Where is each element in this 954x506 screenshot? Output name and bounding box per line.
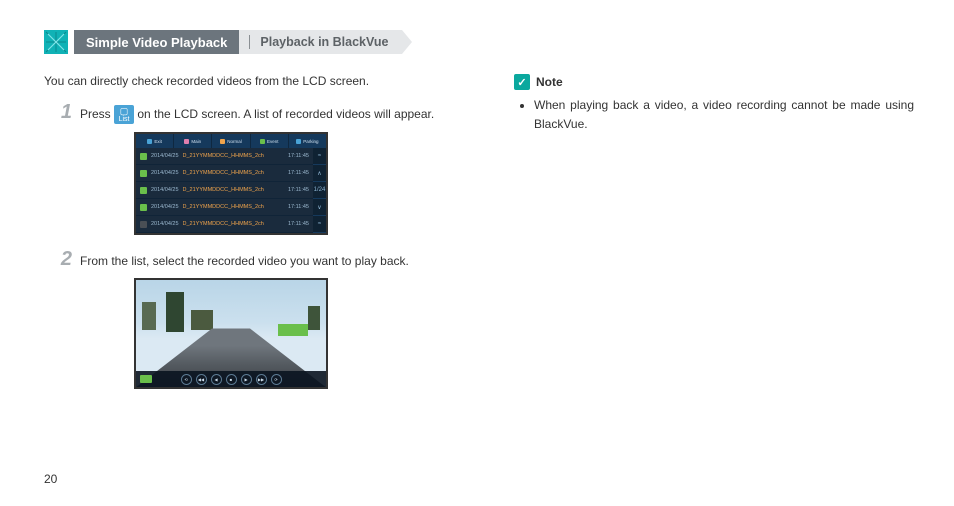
- step-text-post: on the LCD screen. A list of recorded vi…: [134, 107, 434, 121]
- ss1-tab-label: Normal: [227, 139, 242, 144]
- ss1-tab: Exit: [136, 134, 174, 148]
- title-separator: [249, 35, 250, 49]
- ss1-scroll-btn: ∨: [313, 199, 326, 216]
- row-time: 17:11:45: [288, 153, 309, 159]
- row-badge-icon: [140, 153, 147, 160]
- list-button-icon: List: [114, 105, 134, 124]
- ss1-tab: Main: [174, 134, 212, 148]
- row-badge-icon: [140, 170, 147, 177]
- row-time: 17:11:45: [288, 187, 309, 193]
- ss1-tab-icon: [147, 139, 152, 144]
- ss1-tab-label: Parking: [303, 139, 318, 144]
- ss1-tab-icon: [260, 139, 265, 144]
- title-arrow: [402, 30, 412, 54]
- row-date: 2014/04/25: [151, 221, 179, 227]
- ss1-tab-icon: [296, 139, 301, 144]
- ss1-tab-icon: [184, 139, 189, 144]
- player-indicator-icon: [140, 375, 152, 383]
- row-badge-icon: [140, 204, 147, 211]
- row-filename: D_21YYMMDDCC_HHMMS_2ch: [183, 170, 284, 176]
- step-text-pre: Press: [80, 107, 114, 121]
- row-time: 17:11:45: [288, 170, 309, 176]
- ss1-scroll-btn: 1/24: [313, 182, 326, 199]
- ss1-scroll-btn: ≈: [313, 216, 326, 233]
- player-control-icon: ◀: [211, 374, 222, 385]
- ss1-tab: Normal: [212, 134, 250, 148]
- check-icon: ✓: [514, 74, 530, 90]
- row-filename: D_21YYMMDDCC_HHMMS_2ch: [183, 221, 284, 227]
- row-badge-icon: [140, 221, 147, 228]
- right-column: ✓ Note When playing back a video, a vide…: [514, 74, 914, 403]
- player-control-icon: ⟳: [271, 374, 282, 385]
- ss1-tabs: Exit Main Normal Event Parking: [136, 134, 326, 148]
- step-text: Press List on the LCD screen. A list of …: [80, 102, 434, 124]
- ss1-controls: ≈∧1/24∨≈: [313, 148, 326, 233]
- row-filename: D_21YYMMDDCC_HHMMS_2ch: [183, 153, 284, 159]
- row-date: 2014/04/25: [151, 170, 179, 176]
- player-control-icon: ■: [226, 374, 237, 385]
- logo-icon: [44, 30, 68, 54]
- ss1-row: 2014/04/25 D_21YYMMDDCC_HHMMS_2ch 17:11:45: [136, 182, 313, 199]
- ss1-row: 2014/04/25 D_21YYMMDDCC_HHMMS_2ch 17:11:45: [136, 199, 313, 216]
- step-text: From the list, select the recorded video…: [80, 249, 409, 270]
- screenshot-video-list: Exit Main Normal Event Parking 2014/04/25 D_2…: [134, 132, 328, 235]
- ss1-tab-icon: [220, 139, 225, 144]
- ss1-rows: 2014/04/25 D_21YYMMDDCC_HHMMS_2ch 17:11:45…: [136, 148, 313, 233]
- ss1-scroll-btn: ∧: [313, 165, 326, 182]
- note-list: When playing back a video, a video recor…: [514, 96, 914, 134]
- row-date: 2014/04/25: [151, 153, 179, 159]
- ss1-scroll-btn: ≈: [313, 148, 326, 165]
- ss1-tab-label: Exit: [154, 139, 162, 144]
- player-control-icon: ◀◀: [196, 374, 207, 385]
- row-date: 2014/04/25: [151, 187, 179, 193]
- player-control-icon: ▶▶: [256, 374, 267, 385]
- intro-text: You can directly check recorded videos f…: [44, 74, 444, 88]
- row-time: 17:11:45: [288, 221, 309, 227]
- step-number: 1: [44, 102, 72, 122]
- player-controls: ⟲◀◀◀■▶▶▶⟳: [136, 371, 326, 387]
- note-header: ✓ Note: [514, 74, 914, 90]
- step-2: 2 From the list, select the recorded vid…: [44, 249, 444, 270]
- row-filename: D_21YYMMDDCC_HHMMS_2ch: [183, 204, 284, 210]
- title-main: Simple Video Playback: [74, 30, 239, 54]
- page-number: 20: [44, 472, 57, 486]
- ss1-row: 2014/04/25 D_21YYMMDDCC_HHMMS_2ch 17:11:45: [136, 165, 313, 182]
- ss1-row: 2014/04/25 D_21YYMMDDCC_HHMMS_2ch 17:11:45: [136, 216, 313, 233]
- ss1-tab-label: Main: [191, 139, 201, 144]
- section-header: Simple Video Playback Playback in BlackV…: [44, 30, 914, 54]
- ss1-tab: Event: [251, 134, 289, 148]
- step-1: 1 Press List on the LCD screen. A list o…: [44, 102, 444, 124]
- screenshot-video-player: ⟲◀◀◀■▶▶▶⟳: [134, 278, 328, 389]
- title-sub: Playback in BlackVue: [260, 35, 388, 49]
- note-label: Note: [536, 75, 563, 89]
- row-date: 2014/04/25: [151, 204, 179, 210]
- player-control-icon: ⟲: [181, 374, 192, 385]
- row-time: 17:11:45: [288, 204, 309, 210]
- row-filename: D_21YYMMDDCC_HHMMS_2ch: [183, 187, 284, 193]
- ss1-tab-label: Event: [267, 139, 279, 144]
- step-number: 2: [44, 249, 72, 269]
- ss1-tab: Parking: [289, 134, 326, 148]
- row-badge-icon: [140, 187, 147, 194]
- ss1-row: 2014/04/25 D_21YYMMDDCC_HHMMS_2ch 17:11:45: [136, 148, 313, 165]
- left-column: You can directly check recorded videos f…: [44, 74, 444, 403]
- player-control-icon: ▶: [241, 374, 252, 385]
- note-item: When playing back a video, a video recor…: [534, 96, 914, 134]
